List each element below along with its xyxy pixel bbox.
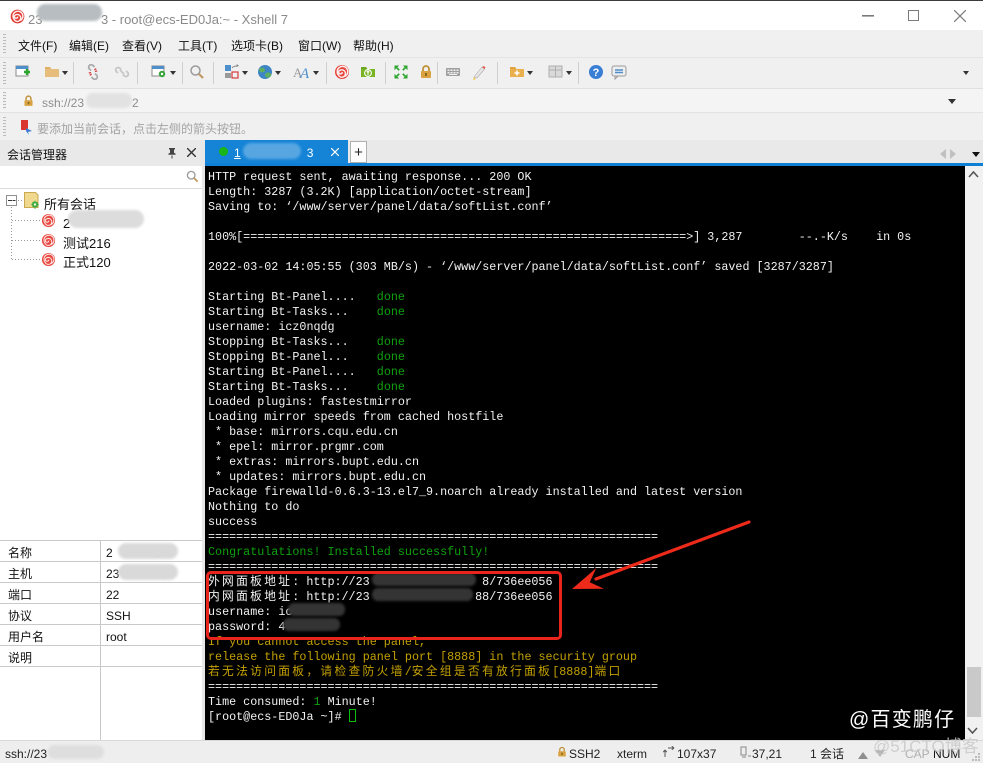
- svg-text:A: A: [299, 66, 309, 80]
- svg-text:?: ?: [593, 67, 600, 79]
